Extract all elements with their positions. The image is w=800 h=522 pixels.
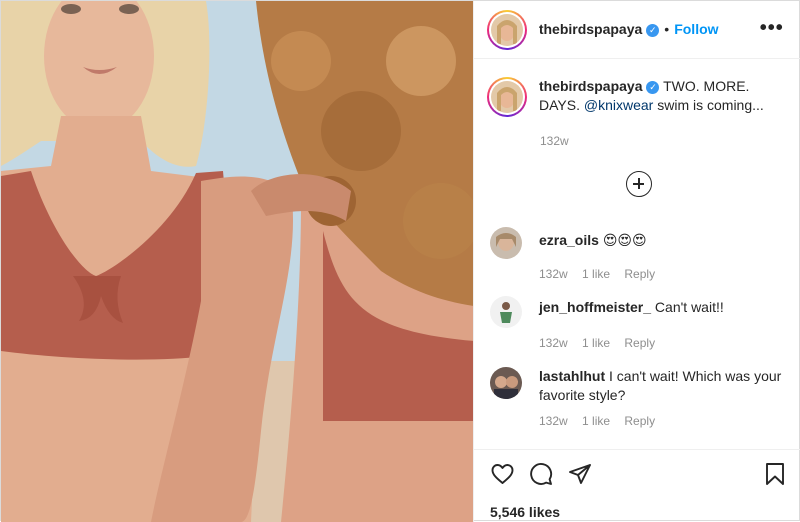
caption-mention-link[interactable]: @knixwear xyxy=(584,97,653,113)
reply-button[interactable]: Reply xyxy=(624,267,655,281)
speech-bubble-icon[interactable] xyxy=(529,462,553,486)
post-header: thebirdspapaya ✓ • Follow ••• xyxy=(473,1,800,59)
comment-likes[interactable]: 1 like xyxy=(582,336,610,350)
comment-username[interactable]: jen_hoffmeister_ xyxy=(539,299,651,315)
caption-body-continued: swim is coming... xyxy=(653,97,764,113)
comment: jen_hoffmeister_ Can't wait!! 132w 1 lik… xyxy=(490,296,790,350)
bookmark-icon[interactable] xyxy=(764,462,786,486)
action-bar xyxy=(474,449,800,489)
caption-timestamp[interactable]: 132w xyxy=(540,134,569,148)
follow-button[interactable]: Follow xyxy=(674,21,718,37)
comment-username[interactable]: ezra_oils xyxy=(539,232,599,248)
curl xyxy=(271,31,331,91)
comment-text: 😍😍😍 xyxy=(598,232,647,248)
load-more-comments-button[interactable] xyxy=(626,171,652,197)
commenter-avatar[interactable] xyxy=(490,296,522,328)
caption-avatar[interactable] xyxy=(487,77,527,117)
comment-text: Can't wait!! xyxy=(651,299,724,315)
curl xyxy=(386,26,456,96)
paper-plane-icon[interactable] xyxy=(568,462,592,486)
caption-text: thebirdspapaya ✓ TWO. MORE. DAYS. @knixwe… xyxy=(539,77,792,117)
comment-likes[interactable]: 1 like xyxy=(582,414,610,428)
comment-username[interactable]: lastahlhut xyxy=(539,368,605,384)
comment-meta: 132w 1 like Reply xyxy=(539,336,790,350)
post-photo[interactable] xyxy=(1,1,473,522)
more-options-icon[interactable]: ••• xyxy=(760,18,784,38)
header-username[interactable]: thebirdspapaya xyxy=(539,21,642,37)
comment-likes[interactable]: 1 like xyxy=(582,267,610,281)
instagram-post: thebirdspapaya ✓ • Follow ••• thebirdspapay… xyxy=(0,0,800,522)
heart-icon[interactable] xyxy=(490,462,515,486)
eye-right xyxy=(119,4,139,14)
avatar-image xyxy=(491,81,523,113)
comment-meta: 132w 1 like Reply xyxy=(539,414,790,428)
avatar[interactable] xyxy=(486,9,527,50)
comment-timestamp[interactable]: 132w xyxy=(539,336,568,350)
curl xyxy=(321,91,401,171)
comment-timestamp[interactable]: 132w xyxy=(539,267,568,281)
reply-button[interactable]: Reply xyxy=(624,336,655,350)
comment: lastahlhut I can't wait! Which was your … xyxy=(490,367,790,428)
reply-button[interactable]: Reply xyxy=(624,414,655,428)
comment: ezra_oils 😍😍😍 132w 1 like Reply xyxy=(490,227,790,281)
verified-badge-icon: ✓ xyxy=(646,81,660,94)
verified-badge-icon: ✓ xyxy=(646,23,660,37)
caption: thebirdspapaya ✓ TWO. MORE. DAYS. @knixwe… xyxy=(487,77,792,117)
comment-timestamp[interactable]: 132w xyxy=(539,414,568,428)
caption-username[interactable]: thebirdspapaya xyxy=(539,78,642,94)
separator-dot: • xyxy=(664,20,670,37)
likes-count[interactable]: 5,546 likes xyxy=(490,504,560,520)
comment-meta: 132w 1 like Reply xyxy=(539,267,790,281)
post-photo-illustration xyxy=(1,1,473,522)
eye-left xyxy=(61,4,81,14)
avatar-image xyxy=(490,13,523,46)
commenter-avatar[interactable] xyxy=(490,367,522,399)
commenter-avatar[interactable] xyxy=(490,227,522,259)
